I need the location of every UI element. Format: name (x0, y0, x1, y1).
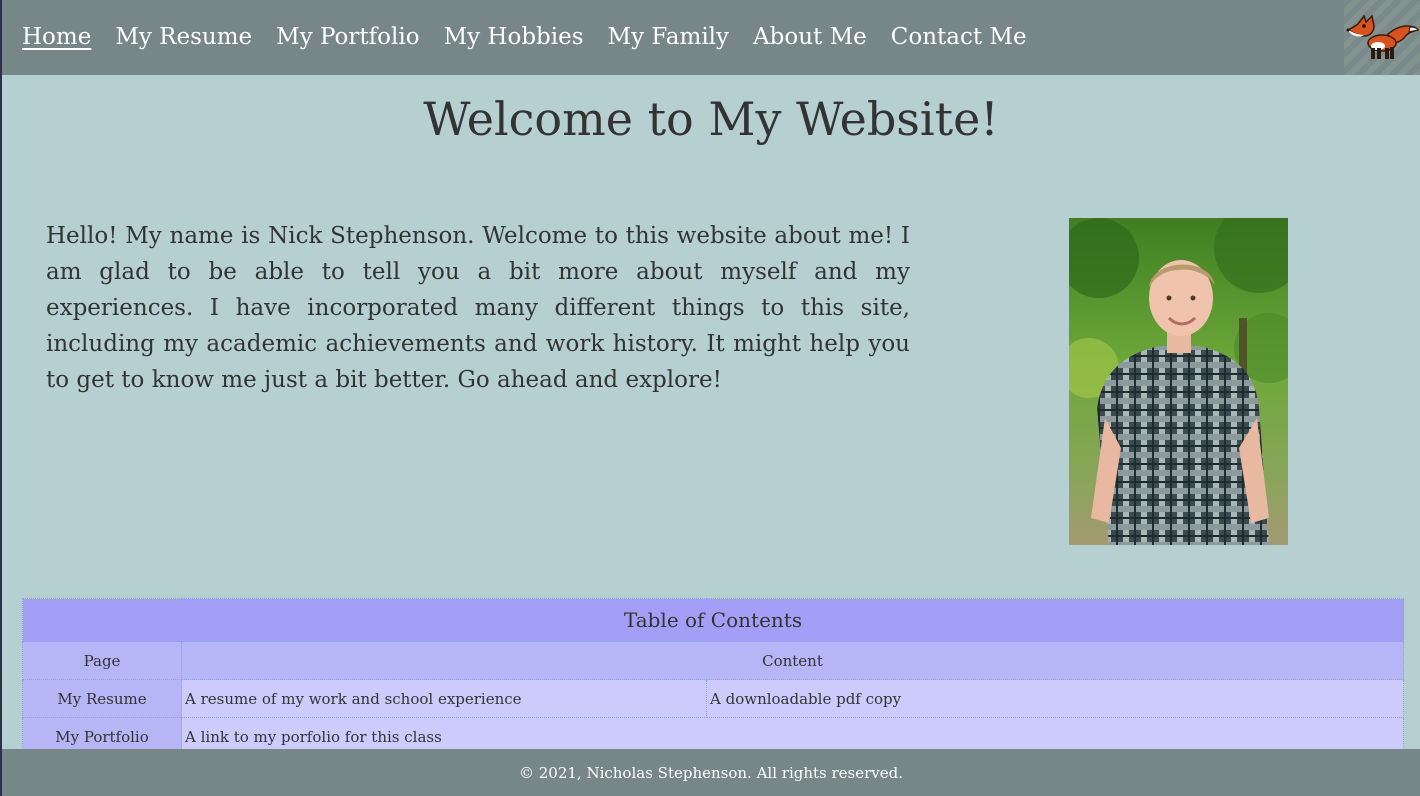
nav-link-hobbies[interactable]: My Hobbies (444, 26, 584, 49)
toc-content-cell: A resume of my work and school experienc… (181, 679, 707, 718)
toc-caption: Table of Contents (22, 598, 1404, 642)
intro-paragraph: Hello! My name is Nick Stephenson. Welco… (46, 223, 910, 393)
nav-links: Home My Resume My Portfolio My Hobbies M… (2, 26, 1051, 49)
nav-link-home[interactable]: Home (22, 26, 91, 49)
page: Home My Resume My Portfolio My Hobbies M… (0, 0, 1420, 796)
nav-link-resume[interactable]: My Resume (115, 26, 252, 49)
top-navigation: Home My Resume My Portfolio My Hobbies M… (2, 0, 1420, 75)
table-of-contents: Table of Contents Page Content My Resume… (22, 598, 1404, 756)
page-title: Welcome to My Website! (423, 92, 999, 146)
toc-header-content: Content (181, 641, 1404, 680)
nav-link-about[interactable]: About Me (753, 26, 867, 49)
nav-link-family[interactable]: My Family (608, 26, 729, 49)
fox-icon (1344, 0, 1420, 75)
copyright-text: © 2021, Nicholas Stephenson. All rights … (518, 763, 904, 782)
nav-link-contact[interactable]: Contact Me (891, 26, 1027, 49)
footer: © 2021, Nicholas Stephenson. All rights … (2, 749, 1420, 796)
toc-page-cell[interactable]: My Resume (22, 679, 182, 718)
nav-link-portfolio[interactable]: My Portfolio (276, 26, 419, 49)
toc-header-row: Page Content (22, 641, 1404, 680)
toc-header-page: Page (22, 641, 182, 680)
portrait-photo (1069, 218, 1288, 545)
table-row: My Resume A resume of my work and school… (22, 679, 1404, 718)
toc-caption-row: Table of Contents (22, 598, 1404, 642)
toc-content-cell[interactable]: A downloadable pdf copy (706, 679, 1404, 718)
